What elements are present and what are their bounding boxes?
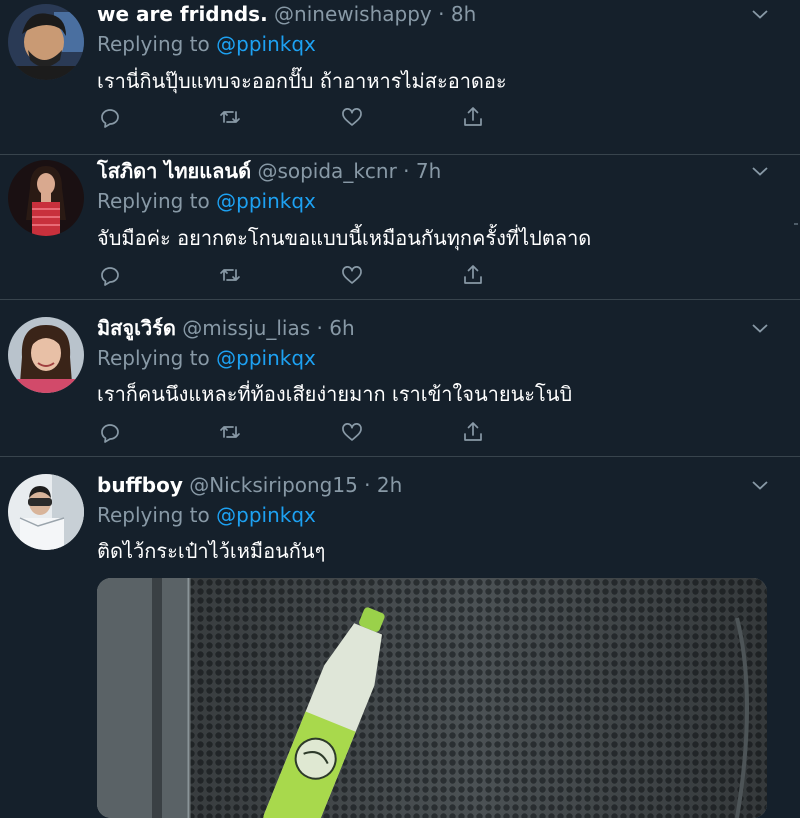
like-icon[interactable] [340,263,364,287]
separator-dot: · [310,316,330,340]
replying-to-label: Replying to [97,346,210,370]
tweet-text: จับมือค่ะ อยากตะโกนขอแบบนี้เหมือนกันทุกค… [97,226,592,250]
display-name[interactable]: โสภิดา ไทยแลนด์ [97,159,251,183]
tweet[interactable]: มิสจูเวิร์ด @missju_lias · 6h Replying t… [0,300,800,457]
separator-dot: · [357,473,377,497]
scroll-marker [793,216,799,230]
share-icon[interactable] [461,105,485,129]
chevron-down-icon[interactable] [748,316,772,340]
mention-link[interactable]: @ppinkqx [216,32,316,56]
separator-dot: · [431,2,451,26]
timestamp[interactable]: 2h [377,473,402,497]
tweet-text: ติดไว้กระเป๋าไว้เหมือนกันๆ [97,539,326,563]
reply-icon[interactable] [97,420,121,444]
mention-link[interactable]: @ppinkqx [216,346,316,370]
replying-to-label: Replying to [97,32,210,56]
user-handle[interactable]: @ninewishappy [274,2,432,26]
chevron-down-icon[interactable] [748,159,772,183]
like-icon[interactable] [340,105,364,129]
separator-dot: · [396,159,416,183]
display-name[interactable]: we are fridnds. [97,2,268,26]
reply-icon[interactable] [97,105,121,129]
chevron-down-icon[interactable] [748,2,772,26]
timestamp[interactable]: 6h [329,316,354,340]
replying-to-label: Replying to [97,503,210,527]
retweet-icon[interactable] [218,420,242,444]
mention-link[interactable]: @ppinkqx [216,503,316,527]
user-handle[interactable]: @missju_lias [182,316,310,340]
tweet-media-image[interactable] [97,578,767,818]
tweet-text: เรานี่กินปุ๊บแทบจะออกปั๊บ ถ้าอาหารไม่สะอ… [97,69,507,93]
chevron-down-icon[interactable] [748,473,772,497]
reply-icon[interactable] [97,263,121,287]
tweet-text: เราก็คนนึงแหละที่ท้องเสียง่ายมาก เราเข้า… [97,382,573,406]
tweet[interactable]: we are fridnds. @ninewishappy · 8h Reply… [0,0,800,155]
avatar[interactable] [8,4,84,80]
user-handle[interactable]: @Nicksiripong15 [189,473,358,497]
display-name[interactable]: buffboy [97,473,183,497]
user-handle[interactable]: @sopida_kcnr [257,159,396,183]
share-icon[interactable] [461,263,485,287]
retweet-icon[interactable] [218,263,242,287]
replying-to-label: Replying to [97,189,210,213]
avatar[interactable] [8,160,84,236]
timestamp[interactable]: 7h [416,159,441,183]
share-icon[interactable] [461,420,485,444]
display-name[interactable]: มิสจูเวิร์ด [97,316,176,340]
avatar[interactable] [8,317,84,393]
mention-link[interactable]: @ppinkqx [216,189,316,213]
retweet-icon[interactable] [218,105,242,129]
tweet[interactable]: โสภิดา ไทยแลนด์ @sopida_kcnr · 7h Replyi… [0,143,800,300]
timestamp[interactable]: 8h [451,2,476,26]
avatar[interactable] [8,474,84,550]
like-icon[interactable] [340,420,364,444]
